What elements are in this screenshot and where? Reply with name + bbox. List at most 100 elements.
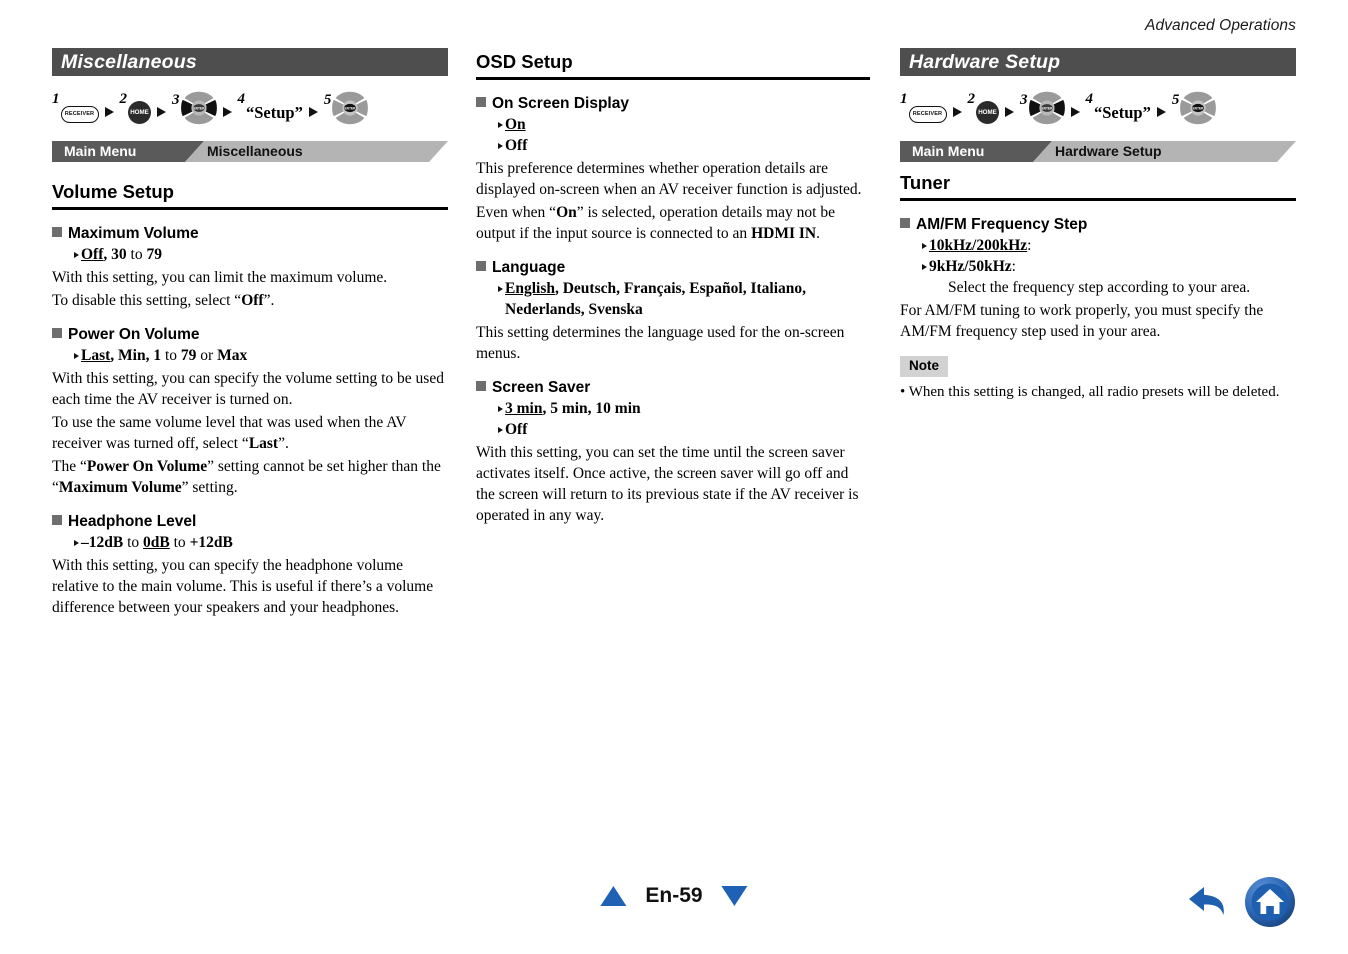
footer-nav-buttons	[1184, 876, 1296, 928]
option-text: or	[196, 347, 218, 364]
square-bullet-icon	[476, 261, 486, 271]
paragraph: With this setting, you can set the time …	[476, 444, 859, 524]
option-text: ,	[110, 347, 119, 364]
item-title: Power On Volume	[68, 326, 200, 343]
text-strong: HDMI IN	[751, 225, 817, 242]
dpad-left-right-icon: ENTER	[1028, 91, 1065, 125]
item-heading: Headphone Level	[52, 512, 448, 532]
text: The “	[52, 458, 87, 475]
option-line: 9kHz/50kHz:	[922, 256, 1296, 277]
step-arrow-icon	[156, 102, 171, 120]
step-number: 5	[323, 92, 332, 108]
step-label-setup: “Setup”	[1094, 102, 1151, 122]
option-text: 30	[111, 246, 127, 263]
text-strong: Power On Volume	[86, 458, 208, 475]
step-2: 2 HOME	[968, 91, 999, 125]
step-4: 4 “Setup”	[237, 90, 303, 125]
option-default: English	[505, 280, 555, 297]
page-navigation: En-59	[600, 884, 748, 908]
triangle-bullet-icon	[498, 427, 503, 433]
home-icon[interactable]	[1244, 876, 1296, 928]
step-number: 3	[1020, 92, 1028, 108]
step-3: 3 ENTER	[1020, 90, 1065, 126]
text: ” setting.	[181, 479, 238, 496]
triangle-down-icon[interactable]	[721, 886, 748, 906]
option-text: 79	[146, 246, 162, 263]
breadcrumb-root[interactable]: Main Menu	[64, 141, 136, 162]
triangle-bullet-icon	[498, 286, 503, 292]
option-default: On	[505, 116, 526, 133]
item-heading: On Screen Display	[476, 94, 870, 114]
option-text: to	[126, 246, 147, 263]
triangle-bullet-icon	[74, 353, 79, 359]
paragraph: For AM/FM tuning to work properly, you m…	[900, 302, 1264, 340]
paragraph: With this setting, you can specify the h…	[52, 557, 434, 616]
item-title: Screen Saver	[492, 379, 591, 396]
square-bullet-icon	[476, 97, 486, 107]
triangle-bullet-icon	[922, 264, 927, 270]
option-line: Off	[498, 419, 870, 440]
home-button-icon: HOME	[976, 100, 999, 124]
note-block: Note • When this setting is changed, all…	[900, 342, 1296, 403]
breadcrumb: Main Menu Hardware Setup	[900, 141, 1296, 162]
setting-item: Maximum Volume Off, 30 to 79 With this s…	[52, 224, 448, 311]
breadcrumb-root[interactable]: Main Menu	[912, 141, 984, 162]
option-default: Last	[81, 347, 111, 364]
section-banner-miscellaneous: Miscellaneous	[52, 48, 448, 76]
option-text: to	[169, 534, 190, 551]
item-title: Headphone Level	[68, 513, 197, 530]
option-text: 1	[153, 347, 162, 364]
section-heading-osd-setup: OSD Setup	[476, 50, 870, 80]
option-text: +12dB	[189, 534, 233, 551]
step-arrow-icon	[222, 102, 237, 120]
triangle-bullet-icon	[74, 252, 79, 258]
remote-step-sequence-left: 1 RECEIVER 2 HOME 3 ENTER 4 “Setup” 5 EN…	[52, 84, 448, 132]
item-title: Language	[492, 259, 566, 276]
remote-step-sequence-right: 1 RECEIVER 2 HOME 3 ENTER 4 “Setup” 5 EN…	[900, 84, 1296, 132]
triangle-bullet-icon	[922, 243, 927, 249]
step-number: 4	[1085, 90, 1094, 107]
step-2: 2 HOME	[120, 91, 151, 125]
step-number: 3	[172, 92, 180, 108]
text-strong: Last	[248, 435, 279, 452]
svg-text:ENTER: ENTER	[345, 106, 357, 110]
triangle-up-icon[interactable]	[600, 886, 627, 906]
step-arrow-icon	[1070, 102, 1085, 120]
home-button-icon: HOME	[128, 100, 151, 124]
option-continuation: Nederlands, Svenska	[505, 301, 643, 318]
option-text: :	[1027, 237, 1032, 254]
option-line: English, Deutsch, Français, Español, Ita…	[498, 278, 870, 299]
dpad-enter-icon: ENTER	[332, 91, 369, 125]
option-default: 0dB	[143, 534, 170, 551]
column-middle: OSD Setup On Screen Display On Off This …	[476, 48, 870, 526]
option-text: Max	[217, 347, 248, 364]
square-bullet-icon	[900, 218, 910, 228]
text: To disable this setting, select “	[52, 292, 242, 309]
back-arrow-icon[interactable]	[1184, 881, 1230, 923]
step-number: 4	[237, 90, 246, 107]
step-1: 1 RECEIVER	[900, 91, 947, 125]
page-number-label: En-59	[645, 884, 703, 907]
item-heading: Language	[476, 258, 870, 278]
square-bullet-icon	[52, 515, 62, 525]
step-number: 1	[52, 90, 60, 107]
setting-item: Screen Saver 3 min, 5 min, 10 min Off Wi…	[476, 378, 870, 526]
paragraph: To use the same volume level that was us…	[52, 412, 448, 454]
step-label-setup: “Setup”	[246, 102, 303, 122]
column-right: Hardware Setup 1 RECEIVER 2 HOME 3 ENTER…	[900, 48, 1296, 403]
paragraph: To disable this setting, select “Off”.	[52, 290, 448, 311]
step-arrow-icon	[308, 102, 323, 120]
page-footer: En-59	[0, 876, 1348, 936]
square-bullet-icon	[52, 328, 62, 338]
option-line: –12dB to 0dB to +12dB	[74, 532, 448, 553]
paragraph: With this setting, you can specify the v…	[52, 370, 444, 408]
option-text: 9kHz/50kHz	[929, 258, 1012, 275]
option-text: , Deutsch, Français, Español, Italiano,	[554, 280, 807, 297]
option-text: to	[161, 347, 181, 364]
option-text: Min	[118, 347, 146, 364]
option-default: Off	[81, 246, 104, 263]
option-line: Off, 30 to 79	[74, 244, 448, 265]
section-heading-volume-setup: Volume Setup	[52, 180, 448, 210]
paragraph: With this setting, you can limit the max…	[52, 269, 388, 286]
step-arrow-icon	[952, 102, 967, 120]
